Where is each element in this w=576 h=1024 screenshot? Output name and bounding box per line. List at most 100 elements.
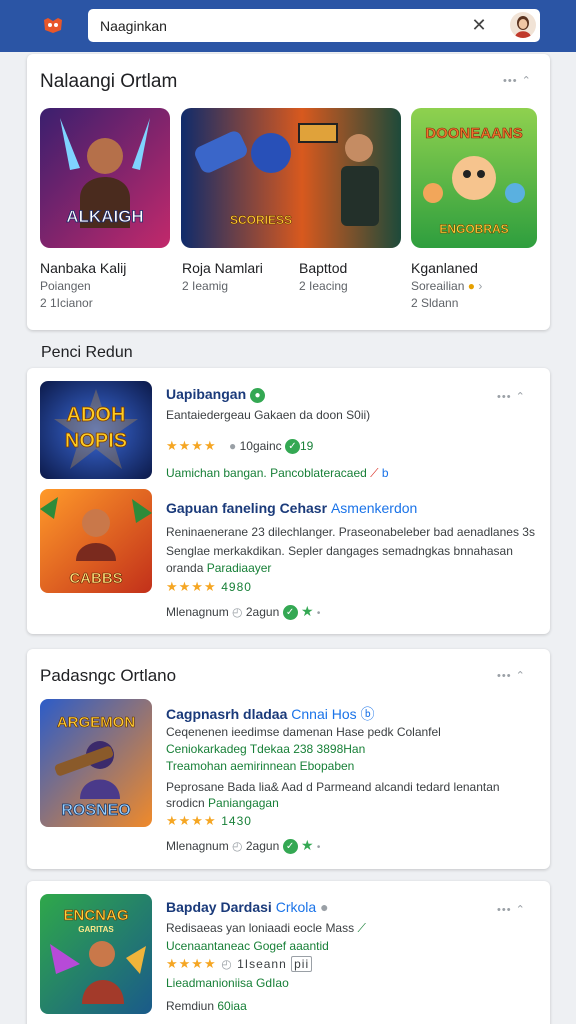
emoji-icon: ● — [467, 279, 475, 293]
close-icon[interactable]: ✕ — [469, 15, 489, 35]
app-description-text: srodicn — [166, 796, 205, 810]
app-footer: Mlenagnum ◴ 2agun ✓ ★ • — [166, 603, 320, 621]
app-footer: Remdiun 60iaa — [166, 999, 247, 1013]
app-tag: Paradiaayer — [206, 561, 272, 575]
game-art-text: ALKAIGH — [66, 207, 143, 226]
tile-subtitle: Soreailian ● › — [411, 279, 482, 293]
link-icon[interactable]: ⟋ — [370, 466, 378, 480]
check-icon: ✓ — [284, 439, 300, 455]
game-art-text: ADOH — [67, 404, 126, 426]
rating-meta: ● 10gainc ✓ 19 — [229, 439, 314, 455]
rating-count: 1Iseann — [237, 957, 287, 971]
app-list-card-3: ••• ⌃ ENCNAG GARITAS Bapday Dardasi Crko… — [27, 881, 550, 1024]
verified-icon: ● — [320, 899, 329, 915]
star-icon[interactable]: ★ — [301, 837, 314, 853]
avatar[interactable] — [510, 12, 536, 38]
app-list-card-1: ••• ⌃ ADOH NOPIS Uapibangan ● Eantaieder… — [27, 368, 550, 634]
game-art-text: GARITAS — [78, 925, 114, 934]
game-tile-2[interactable]: SCORIESS — [181, 108, 401, 248]
link-icon[interactable]: ⟋ — [357, 921, 365, 935]
app-tag: 60iaa — [217, 999, 247, 1013]
star-rating-stars: ★★★★ — [166, 813, 217, 828]
time-icon: ◴ — [221, 957, 233, 971]
star-rating: ★★★★ — [166, 438, 217, 453]
app-title-text: Uapibangan — [166, 386, 247, 402]
tile-name[interactable]: Nanbaka Kalij — [40, 260, 126, 276]
time-text: 2agun — [245, 839, 280, 853]
more-options-icon[interactable]: ••• ⌃ — [497, 903, 526, 916]
more-options-icon[interactable]: ••• ⌃ — [497, 669, 526, 682]
info-icon[interactable]: ⓑ — [361, 706, 375, 722]
star-icon[interactable]: ★ — [301, 603, 314, 619]
app-title[interactable]: Bapday Dardasi Crkola ● — [166, 899, 329, 915]
rating-count: 10gainc — [239, 439, 282, 453]
check-icon: ✓ — [282, 839, 298, 855]
app-tags: Lieadmanioniisa GdIao — [166, 976, 289, 990]
app-title-text: Bapday Dardasi — [166, 899, 272, 915]
time-text: 2agun — [245, 605, 280, 619]
tile-subtitle-text: Soreailian — [411, 279, 465, 293]
game-tile-1[interactable]: ALKAIGH — [40, 108, 170, 248]
game-art-image: DOONEAANS ENGOBRAS — [411, 108, 537, 248]
app-icon[interactable]: CABBS — [40, 489, 152, 593]
tile-subtitle: 2 Ieamig — [182, 279, 229, 293]
tile-subtitle: Poiangen — [40, 279, 91, 293]
tile-name[interactable]: Roja Namlari — [182, 260, 263, 276]
game-art-text: DOONEAANS — [425, 125, 523, 142]
app-description-text: Redisaeas yan loniaadi eocle Mass — [166, 921, 355, 935]
star-rating-stars: ★★★★ — [166, 579, 217, 594]
location-icon: ● — [229, 439, 237, 453]
rating-count: 1430 — [221, 814, 252, 828]
tile-subtitle: 2 Sldann — [411, 296, 459, 310]
app-icon[interactable]: ADOH NOPIS — [40, 381, 152, 479]
app-tags-text: Uamichan bangan. Pancoblateracaed — [166, 466, 367, 480]
time-icon: ◴ — [232, 605, 243, 619]
app-title[interactable]: Cagpnasrh dladaa Cnnai Hos ⓑ — [166, 704, 375, 724]
app-title[interactable]: Uapibangan ● — [166, 386, 266, 403]
search-box[interactable]: Naaginkan ✕ — [88, 9, 540, 42]
game-art-text: ROSNEO — [61, 802, 130, 819]
app-tags: Uamichan bangan. Pancoblateracaed ⟋ b — [166, 466, 389, 481]
app-description-text: oranda — [166, 561, 204, 575]
game-art-image: ENCNAG GARITAS — [40, 894, 152, 1014]
app-title-accent: Cnnai Hos — [291, 706, 357, 722]
time-icon: ◴ — [232, 839, 243, 853]
game-art-text: ENGOBRAS — [439, 222, 508, 236]
app-title-accent: Asmenkerdon — [330, 500, 418, 516]
star-rating: ★★★★ ◴ 1Iseann pii — [166, 956, 313, 972]
app-description: Senglae merkakdikan. Sepler dangages sem… — [166, 544, 513, 558]
game-art-image: CABBS — [40, 489, 152, 593]
app-title-text: Gapuan faneling Cehasr — [166, 500, 328, 516]
game-tile-4[interactable]: DOONEAANS ENGOBRAS — [411, 108, 537, 248]
game-art-text: ARGEMON — [57, 714, 135, 731]
tile-name[interactable]: Bapttod — [299, 260, 347, 276]
game-art-text: CABBS — [69, 570, 122, 587]
search-input[interactable]: Naaginkan — [100, 18, 167, 34]
app-tags: Treamohan aemirinnean Ebopaben — [166, 759, 355, 773]
app-list-card-2: Padasngc Ortlano ••• ⌃ ARGEMON ROSNEO Ca… — [27, 649, 550, 869]
app-description: Peprosane Bada lia& Aad d Parmeand alcan… — [166, 780, 500, 794]
app-tag: Paniangagan — [208, 796, 279, 810]
more-options-icon[interactable]: ••• ⌃ — [503, 74, 532, 87]
app-description: srodicn Paniangagan — [166, 796, 279, 810]
check-icon: ✓ — [282, 605, 298, 621]
star-rating: ★★★★ 1430 — [166, 813, 252, 829]
app-icon[interactable]: ARGEMON ROSNEO — [40, 699, 152, 827]
game-art-image: ADOH NOPIS — [40, 381, 152, 479]
badge-count: 19 — [299, 439, 314, 453]
game-art-image: SCORIESS — [181, 108, 401, 248]
more-options-icon[interactable]: ••• ⌃ — [497, 390, 526, 403]
app-title-accent: Crkola — [275, 899, 317, 915]
featured-card: Nalaangi Ortlam ••• ⌃ ALKAIGH Nanbaka Ka… — [27, 54, 550, 330]
app-logo-icon[interactable] — [42, 16, 64, 34]
card-title: Nalaangi Ortlam — [40, 71, 178, 92]
star-rating: ★★★★ 4980 — [166, 579, 252, 595]
app-title[interactable]: Gapuan faneling Cehasr Asmenkerdon — [166, 500, 417, 516]
game-art-image: ARGEMON ROSNEO — [40, 699, 152, 827]
tile-name[interactable]: Kganlaned — [411, 260, 478, 276]
app-icon[interactable]: ENCNAG GARITAS — [40, 894, 152, 1014]
more-icon: › — [478, 279, 483, 293]
app-description: oranda Paradiaayer — [166, 561, 271, 575]
game-art-text: ENCNAG — [63, 907, 128, 924]
link-icon[interactable]: b — [382, 466, 389, 480]
